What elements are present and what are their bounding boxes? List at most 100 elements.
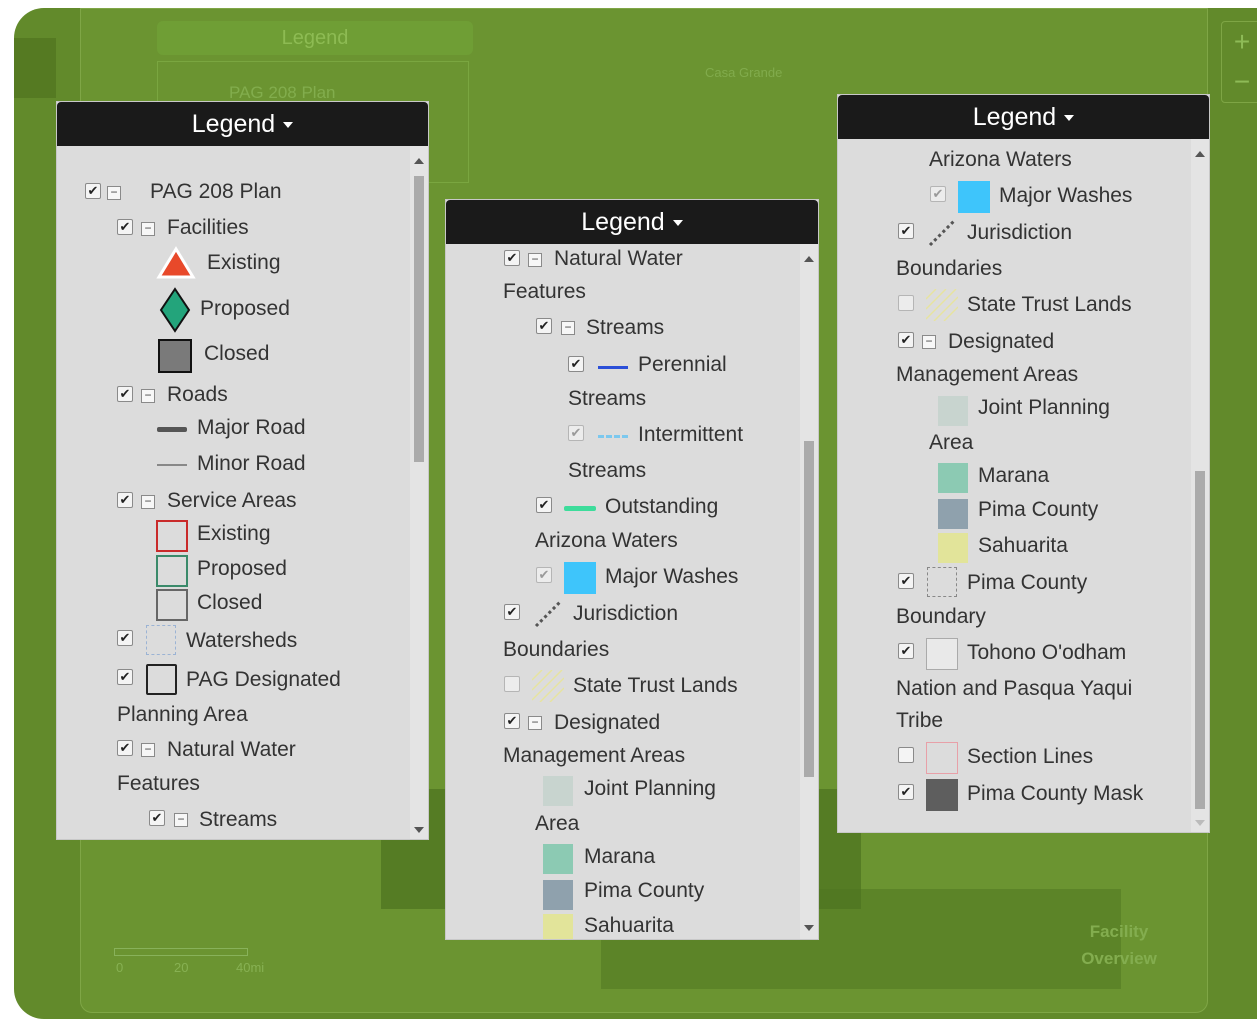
collapse-icon[interactable]: −: [141, 389, 155, 403]
scroll-down-icon[interactable]: [414, 827, 424, 833]
pale-gray-box-icon: [543, 776, 573, 806]
scrollbar[interactable]: [800, 244, 818, 939]
dark-gray-box-icon: [926, 779, 958, 811]
legend-item-label: Boundaries: [503, 638, 610, 661]
checkbox[interactable]: ✔: [536, 567, 552, 583]
checkbox[interactable]: ✔: [536, 497, 552, 513]
collapse-icon[interactable]: −: [107, 186, 121, 200]
teal-box-icon: [938, 463, 968, 493]
legend-item-label: Major Washes: [999, 184, 1133, 207]
blue-line-icon: [598, 366, 628, 369]
checkbox[interactable]: [504, 676, 520, 692]
checkbox[interactable]: ✔: [504, 713, 520, 729]
legend-item-label: Intermittent: [638, 423, 744, 446]
dashed-cyan-line-icon: [598, 435, 628, 438]
legend-item-label: Facilities: [167, 216, 249, 239]
legend-item-label: Perennial: [638, 353, 727, 376]
checkbox[interactable]: ✔: [898, 784, 914, 800]
checkbox[interactable]: ✔: [568, 425, 584, 441]
checkbox[interactable]: ✔: [898, 332, 914, 348]
checkbox[interactable]: ✔: [117, 630, 133, 646]
dotted-diagonal-icon: [534, 600, 562, 628]
legend-item-label: Marana: [978, 464, 1050, 487]
side-tab[interactable]: [14, 38, 56, 98]
checkbox[interactable]: ✔: [117, 669, 133, 685]
legend-item-label: State Trust Lands: [967, 293, 1132, 316]
scroll-up-icon[interactable]: [1195, 151, 1205, 157]
pale-gray-box-icon: [938, 396, 968, 426]
checkbox[interactable]: ✔: [536, 318, 552, 334]
legend-item-label: Existing: [197, 522, 271, 545]
checkbox[interactable]: ✔: [898, 223, 914, 239]
legend-item-label: Arizona Waters: [535, 529, 678, 552]
legend-item-label: Pima County: [967, 571, 1088, 594]
collapse-icon[interactable]: −: [528, 716, 542, 730]
legend-item-label: Boundaries: [896, 257, 1003, 280]
legend-item-label: Streams: [199, 808, 278, 831]
legend-item-label: Proposed: [200, 297, 290, 320]
legend-item-label: Tribe: [896, 709, 944, 732]
checkbox[interactable]: ✔: [504, 250, 520, 266]
scale-label: 0: [116, 960, 124, 975]
teal-box-icon: [543, 844, 573, 874]
legend-item-label: Streams: [568, 387, 647, 410]
scroll-thumb[interactable]: [1195, 471, 1205, 809]
caret-down-icon: [672, 220, 683, 227]
legend-item-label: Joint Planning: [584, 777, 716, 800]
checkbox[interactable]: [898, 747, 914, 763]
checkbox[interactable]: ✔: [149, 810, 165, 826]
legend-panel-3: Legend Arizona Waters ✔ Major Washes ✔ J…: [837, 94, 1210, 833]
legend-item-label: Nation and Pasqua Yaqui: [896, 677, 1133, 700]
legend-item-label: Streams: [586, 316, 665, 339]
collapse-icon[interactable]: −: [922, 335, 936, 349]
black-outline-box-icon: [146, 664, 177, 695]
collapse-icon[interactable]: −: [528, 253, 542, 267]
facility-overview-label: Facility Overview: [1081, 922, 1157, 968]
scroll-up-icon[interactable]: [414, 158, 424, 164]
checkbox[interactable]: ✔: [117, 219, 133, 235]
legend-header[interactable]: Legend: [446, 200, 818, 244]
checkbox[interactable]: ✔: [898, 643, 914, 659]
map-legend-item: PAG 208 Plan: [229, 83, 336, 102]
scroll-down-icon[interactable]: [1195, 820, 1205, 826]
legend-header[interactable]: Legend: [57, 102, 428, 146]
red-triangle-icon: [156, 246, 196, 279]
legend-item-label: Features: [117, 772, 200, 795]
checkbox[interactable]: ✔: [117, 386, 133, 402]
red-outline-box-icon: [156, 520, 188, 552]
checkbox[interactable]: ✔: [930, 186, 946, 202]
legend-body: ✔ − PAG 208 Plan ✔ − Facilities Existing…: [57, 146, 428, 839]
checkbox[interactable]: ✔: [504, 604, 520, 620]
scroll-up-icon[interactable]: [804, 256, 814, 262]
collapse-icon[interactable]: −: [141, 222, 155, 236]
dashed-box-icon: [146, 625, 176, 655]
collapse-icon[interactable]: −: [561, 321, 575, 335]
scroll-thumb[interactable]: [414, 176, 424, 462]
checkbox[interactable]: ✔: [117, 740, 133, 756]
checkbox[interactable]: ✔: [85, 183, 101, 199]
zoom-out-button[interactable]: −: [1222, 62, 1257, 102]
dashed-square-icon: [927, 567, 957, 597]
scroll-thumb[interactable]: [804, 441, 814, 777]
checkbox[interactable]: [898, 295, 914, 311]
scrollbar[interactable]: [1191, 139, 1209, 832]
scroll-down-icon[interactable]: [804, 925, 814, 931]
legend-item-label: Management Areas: [896, 363, 1079, 386]
legend-item-label: Closed: [197, 591, 263, 614]
slate-box-icon: [938, 499, 968, 529]
collapse-icon[interactable]: −: [141, 743, 155, 757]
zoom-in-button[interactable]: +: [1222, 22, 1257, 62]
legend-item-label: Proposed: [197, 557, 287, 580]
collapse-icon[interactable]: −: [174, 813, 188, 827]
major-road-icon: [157, 427, 187, 432]
checkbox[interactable]: ✔: [117, 492, 133, 508]
yellow-box-icon: [938, 533, 968, 563]
scrollbar[interactable]: [410, 146, 428, 839]
legend-item-label: Jurisdiction: [573, 602, 679, 625]
checkbox[interactable]: ✔: [568, 356, 584, 372]
legend-header[interactable]: Legend: [838, 95, 1209, 139]
legend-item-label: Major Road: [197, 416, 306, 439]
checkbox[interactable]: ✔: [898, 573, 914, 589]
collapse-icon[interactable]: −: [141, 495, 155, 509]
cyan-box-icon: [564, 562, 596, 594]
